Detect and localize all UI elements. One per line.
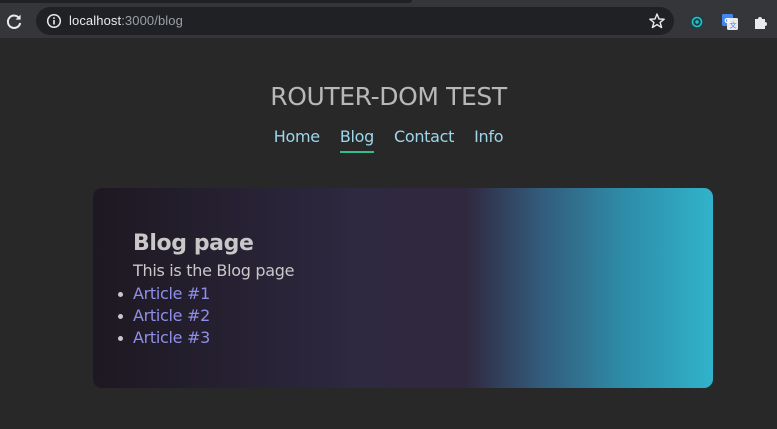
list-item: Article #1: [117, 283, 210, 305]
url-path: :3000/blog: [121, 13, 183, 28]
site-title: ROUTER-DOM TEST: [270, 82, 507, 111]
url-host: localhost: [69, 13, 122, 28]
url-text[interactable]: localhost:3000/blog: [69, 13, 183, 29]
blog-description: This is the Blog page: [133, 261, 295, 280]
google-translate-icon[interactable]: G 文: [721, 13, 739, 31]
blog-card: Blog page This is the Blog page Article …: [93, 188, 713, 388]
nav-info-link[interactable]: Info: [474, 126, 503, 153]
list-item: Article #2: [117, 305, 210, 327]
bookmark-star-icon[interactable]: [648, 12, 666, 30]
extension-circle-icon[interactable]: [688, 13, 706, 31]
list-item: Article #3: [117, 327, 210, 349]
reload-icon[interactable]: [4, 12, 24, 32]
blog-heading: Blog page: [133, 231, 254, 256]
nav-blog-link[interactable]: Blog: [339, 126, 374, 153]
extensions-puzzle-icon[interactable]: [752, 13, 770, 31]
page-viewport: ROUTER-DOM TEST Home Blog Contact Info B…: [0, 38, 777, 429]
main-nav: Home Blog Contact Info: [0, 126, 777, 153]
site-info-icon[interactable]: [46, 13, 62, 29]
address-bar[interactable]: localhost:3000/blog: [36, 7, 674, 35]
browser-toolbar: localhost:3000/blog G 文: [0, 6, 777, 38]
active-tab[interactable]: [0, 0, 412, 3]
article-link-1[interactable]: Article #1: [133, 284, 210, 303]
nav-home-link[interactable]: Home: [274, 126, 320, 153]
article-list: Article #1 Article #2 Article #3: [117, 283, 210, 349]
nav-contact-link[interactable]: Contact: [394, 126, 454, 153]
article-link-2[interactable]: Article #2: [133, 306, 210, 325]
svg-text:文: 文: [730, 21, 737, 30]
article-link-3[interactable]: Article #3: [133, 328, 210, 347]
